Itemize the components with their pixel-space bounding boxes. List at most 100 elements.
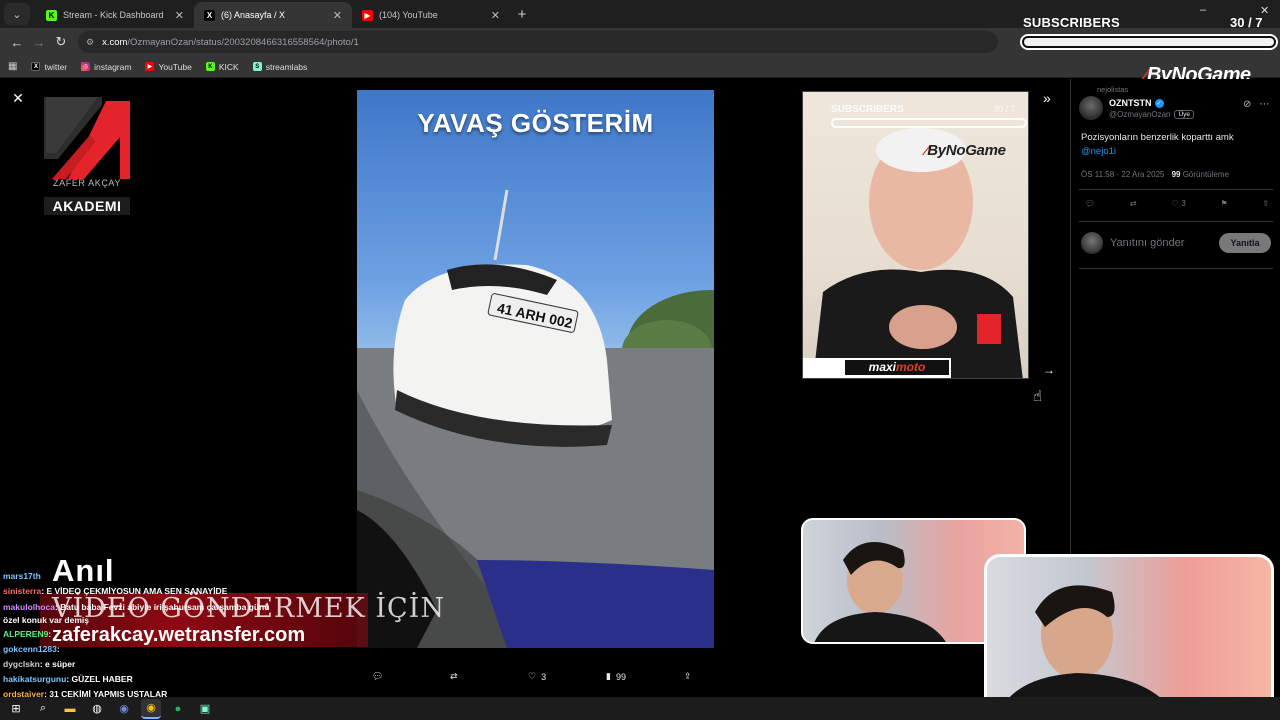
expand-panel-icon[interactable]: » xyxy=(1043,90,1051,106)
bookmark-label: instagram xyxy=(94,61,132,72)
reply-button[interactable]: 💬︎ xyxy=(372,671,383,682)
reply-icon[interactable]: 💬︎ xyxy=(1085,199,1095,208)
forward-arrow-icon[interactable]: → xyxy=(28,31,50,53)
close-tab-icon[interactable]: ✕ xyxy=(491,9,500,22)
reply-input[interactable]: Yanıtını gönder xyxy=(1110,237,1219,249)
bookmark-streamlabs[interactable]: S streamlabs xyxy=(252,62,307,72)
tab-search-button[interactable]: ⌄ xyxy=(4,3,30,25)
x-icon: X xyxy=(204,9,215,21)
bookmark-icon[interactable]: ⚑ xyxy=(1220,199,1227,208)
apps-grid-icon[interactable]: ▦ xyxy=(8,61,17,72)
divider xyxy=(1079,221,1273,222)
obs-icon[interactable]: ◍ xyxy=(87,699,107,719)
heart-icon: ♡ xyxy=(1171,199,1179,208)
tweet-photo[interactable]: 41 ARH 002 YAVAŞ GÖSTERİM xyxy=(357,90,714,648)
subscribers-goal-overlay: SUBSCRIBERS 30 / 7 xyxy=(1018,10,1280,54)
subscribers-progress-bar xyxy=(1020,34,1278,50)
view-count: 99 xyxy=(615,671,626,682)
tab-x-home[interactable]: X (6) Anasayfa / X ✕ xyxy=(194,2,352,28)
divider xyxy=(1079,268,1273,269)
share-icon: ⇪ xyxy=(684,671,692,681)
reply-icon: 💬︎ xyxy=(372,671,384,681)
retweeted-by: nejolistas xyxy=(1097,85,1129,94)
logo-akademi: AKADEMI xyxy=(44,197,130,215)
maximoto-logo: maximoto xyxy=(845,360,949,375)
side-subscribers-count: 30 / 7 xyxy=(993,104,1016,114)
chat-message: mars17th xyxy=(3,571,41,581)
chrome-icon[interactable]: ◉ xyxy=(141,698,161,719)
search-icon[interactable]: ⌕ xyxy=(33,699,53,719)
discord-icon[interactable]: ◉ xyxy=(114,699,134,719)
more-options-icon[interactable]: ⋯ xyxy=(1259,99,1269,110)
webcam-large xyxy=(984,554,1274,714)
youtube-icon: ▶ xyxy=(362,9,373,21)
logo-subtitle: ZAFER AKÇAY xyxy=(53,178,121,188)
reply-composer: Yanıtını gönder Yanıtla xyxy=(1081,230,1271,256)
member-badge: Üye xyxy=(1174,110,1195,119)
file-explorer-icon[interactable]: ▬ xyxy=(60,699,80,719)
bookmark-kick[interactable]: K KICK xyxy=(205,62,239,72)
close-tab-icon[interactable]: ✕ xyxy=(333,9,342,22)
avatar[interactable] xyxy=(1079,96,1103,120)
streamlabs-icon[interactable]: ▣ xyxy=(195,699,215,719)
youtube-icon: ▶ xyxy=(145,62,155,71)
mention-link[interactable]: @nejo1i xyxy=(1081,145,1271,159)
close-tab-icon[interactable]: ✕ xyxy=(175,9,184,22)
road-scene-image: 41 ARH 002 xyxy=(357,189,714,648)
divider xyxy=(1079,189,1273,190)
spotify-icon[interactable]: ● xyxy=(168,699,188,719)
new-tab-button[interactable]: + xyxy=(510,2,534,26)
retweet-icon[interactable]: ⇄ xyxy=(1130,199,1137,208)
side-subscribers-bar xyxy=(831,118,1027,128)
overlay-video-card: SUBSCRIBERS 30 / 7 ⁄ByNoGame maximoto xyxy=(802,91,1029,379)
tab-kick-dashboard[interactable]: K Stream - Kick Dashboard ✕ xyxy=(36,2,194,28)
bookmark-youtube[interactable]: ▶ YouTube xyxy=(145,61,192,72)
maximoto-banner: maximoto xyxy=(803,358,951,378)
windows-start-icon[interactable]: ⊞ xyxy=(6,699,26,719)
bookmark-twitter[interactable]: X twitter xyxy=(31,62,67,72)
subscribers-progress-fill xyxy=(1024,38,1274,46)
streamer-image xyxy=(999,585,1173,711)
subscribers-label: SUBSCRIBERS xyxy=(1023,15,1120,30)
grok-icon[interactable]: ⊘ xyxy=(1243,99,1251,110)
retweet-icon: ⇄ xyxy=(450,671,458,681)
subscribers-count: 30 / 7 xyxy=(1230,15,1263,30)
address-bar[interactable]: ⚙ x.com/OzmayanOzan/status/2003208466316… xyxy=(78,31,998,53)
next-photo-arrow-icon[interactable]: → xyxy=(1043,363,1055,377)
like-button[interactable]: ♡ 3 xyxy=(528,671,546,682)
site-info-icon[interactable]: ⚙ xyxy=(86,37,94,48)
streamlabs-icon: S xyxy=(252,62,262,71)
tab-youtube[interactable]: ▶ (104) YouTube ✕ xyxy=(352,2,510,28)
heart-icon: ♡ xyxy=(528,671,537,681)
bookmarks-bar: ▦ X twitter ◎ instagram ▶ YouTube K KICK… xyxy=(0,56,1280,78)
tab-title: Stream - Kick Dashboard xyxy=(63,10,164,20)
share-icon[interactable]: ⇪ xyxy=(1262,199,1269,208)
chat-message: gokcenn1283: xyxy=(3,644,60,654)
tweet-action-bar: 💬︎ ⇄ ♡ 3 ▮ 99 ⇪ xyxy=(0,663,1070,695)
bookmark-instagram[interactable]: ◎ instagram xyxy=(81,62,131,72)
kick-icon: K xyxy=(46,9,57,21)
instagram-icon: ◎ xyxy=(81,62,91,71)
side-subscribers-label: SUBSCRIBERS xyxy=(831,104,904,115)
close-icon[interactable]: ✕ xyxy=(10,90,26,106)
presenter-image xyxy=(813,128,1023,378)
author-name[interactable]: OZNTSTN ✓ xyxy=(1109,98,1164,108)
bookmark-label: YouTube xyxy=(158,61,192,72)
author-handle[interactable]: @OzmayanOzan Üye xyxy=(1109,110,1195,119)
back-arrow-icon[interactable]: ← xyxy=(6,31,28,53)
reply-submit-button[interactable]: Yanıtla xyxy=(1219,233,1271,253)
panel-action-bar: 💬︎ ⇄ ♡ 3 ⚑ ⇪ xyxy=(1085,199,1269,208)
retweet-button[interactable]: ⇄ xyxy=(450,671,458,682)
avatar xyxy=(1081,232,1103,254)
side-bynogame-logo: ⁄ByNoGame xyxy=(925,142,1006,159)
share-button[interactable]: ⇪ xyxy=(684,671,692,682)
tweet-text: Pozisyonların benzerlik koparttı amk @ne… xyxy=(1081,131,1271,159)
tab-title: (104) YouTube xyxy=(379,10,438,20)
chat-message: makulolhoca: Batu baba Fevzi abiyle iri … xyxy=(3,602,270,625)
views-icon: ▮ xyxy=(606,671,611,681)
views-button[interactable]: ▮ 99 xyxy=(606,671,626,682)
chat-message: sinisterra: E VİDEO ÇEKMİYOSUN AMA SEN S… xyxy=(3,586,228,596)
reload-icon[interactable]: ↻ xyxy=(50,31,72,53)
url-path: /OzmayanOzan/status/2003208466316558564/… xyxy=(127,36,359,48)
like-button[interactable]: ♡ 3 xyxy=(1171,199,1186,208)
